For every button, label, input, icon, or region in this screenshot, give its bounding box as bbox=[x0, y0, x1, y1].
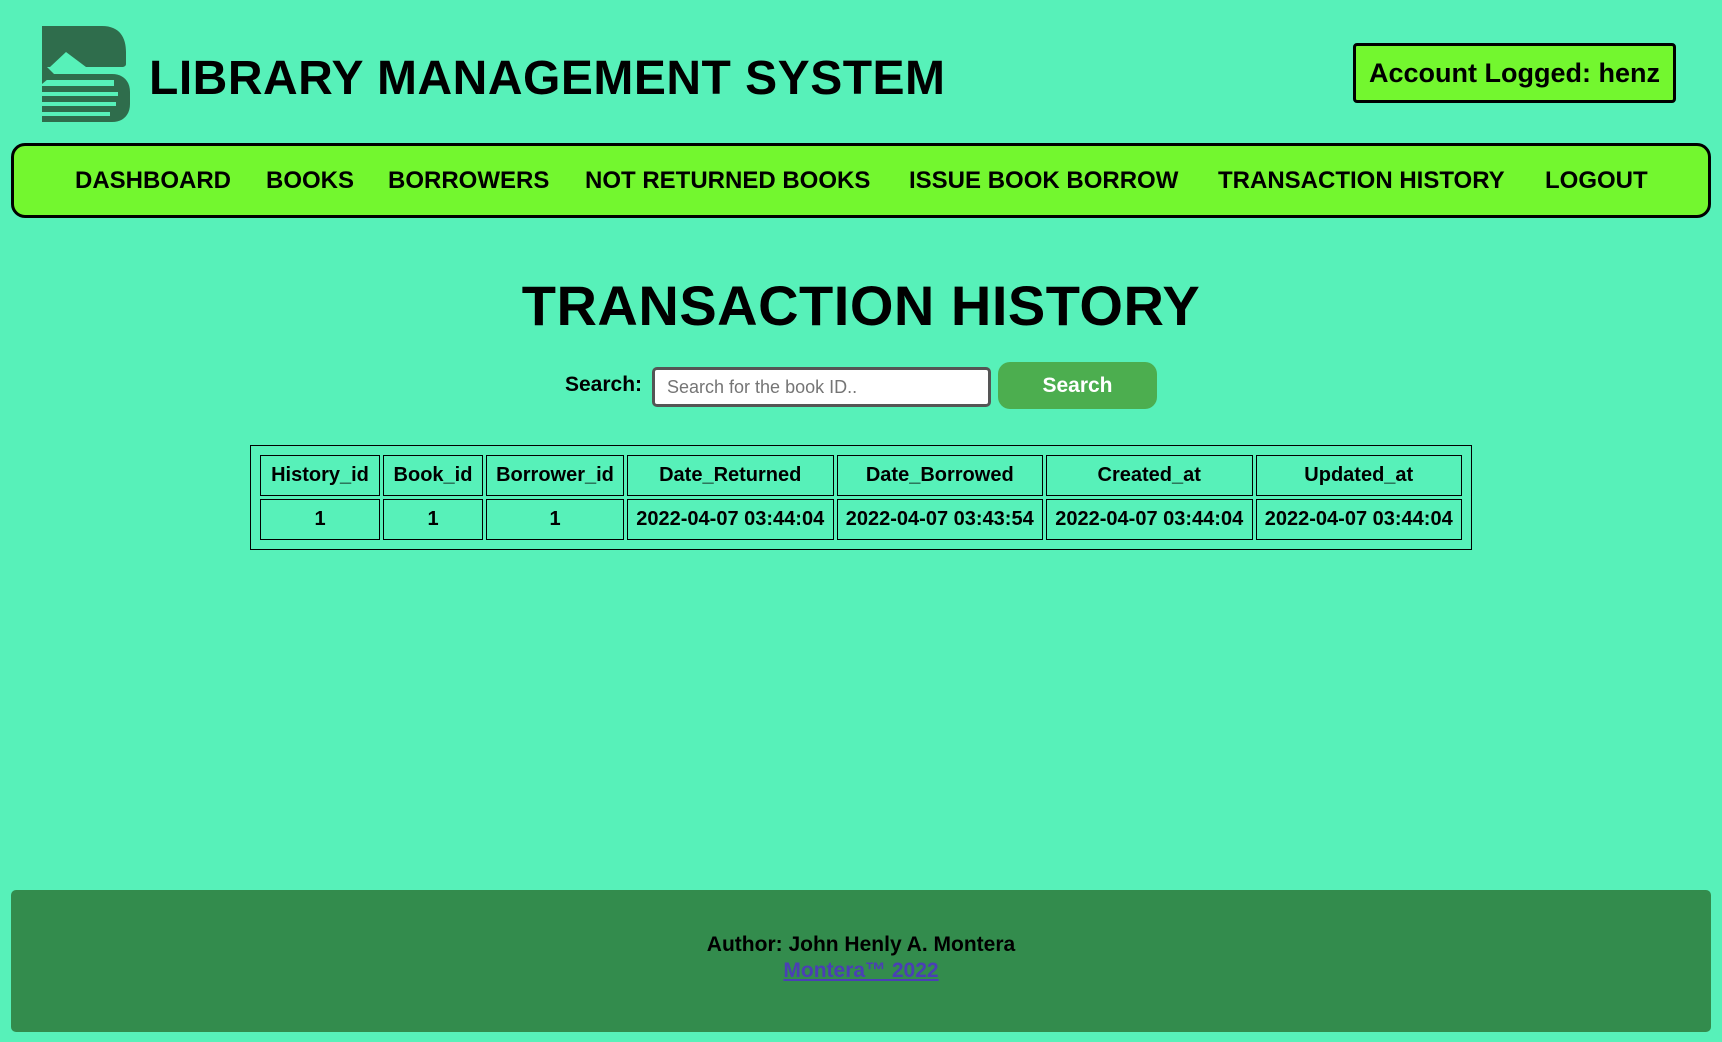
page-title: TRANSACTION HISTORY bbox=[521, 274, 1201, 337]
footer-link-wrapper: Montera™ 2022 bbox=[11, 958, 1711, 984]
search-label: Search: bbox=[565, 373, 643, 396]
table-cell: 2022-04-07 03:44:04 bbox=[627, 499, 834, 540]
account-logged-badge: Account Logged: henz bbox=[1353, 43, 1676, 103]
column-header: Book_id bbox=[383, 455, 483, 496]
nav-books[interactable]: BOOKS bbox=[266, 166, 354, 196]
main-navigation: DASHBOARD BOOKS BORROWERS NOT RETURNED B… bbox=[11, 143, 1711, 218]
footer-link[interactable]: Montera™ 2022 bbox=[783, 959, 938, 982]
nav-not-returned-books[interactable]: NOT RETURNED BOOKS bbox=[585, 166, 870, 196]
nav-issue-book-borrow[interactable]: ISSUE BOOK BORROW bbox=[909, 166, 1178, 196]
nav-dashboard[interactable]: DASHBOARD bbox=[75, 166, 231, 196]
footer-author: Author: John Henly A. Montera bbox=[706, 933, 1016, 956]
column-header: Updated_at bbox=[1255, 455, 1462, 496]
table-cell: 1 bbox=[260, 499, 380, 540]
table-cell: 1 bbox=[486, 499, 624, 540]
nav-transaction-history[interactable]: TRANSACTION HISTORY bbox=[1218, 166, 1505, 196]
footer: Author: John Henly A. Montera Montera™ 2… bbox=[11, 890, 1711, 1032]
table-row: 1 1 1 2022-04-07 03:44:04 2022-04-07 03:… bbox=[260, 499, 1462, 540]
app-title: LIBRARY MANAGEMENT SYSTEM bbox=[149, 52, 946, 105]
column-header: Date_Returned bbox=[627, 455, 834, 496]
table-cell: 2022-04-07 03:43:54 bbox=[836, 499, 1043, 540]
column-header: Created_at bbox=[1046, 455, 1253, 496]
table-cell: 1 bbox=[383, 499, 483, 540]
column-header: Date_Borrowed bbox=[836, 455, 1043, 496]
search-input[interactable] bbox=[652, 367, 991, 407]
table-cell: 2022-04-07 03:44:04 bbox=[1255, 499, 1462, 540]
transaction-history-table: History_id Book_id Borrower_id Date_Retu… bbox=[250, 445, 1472, 550]
nav-borrowers[interactable]: BORROWERS bbox=[388, 166, 549, 196]
search-button[interactable]: Search bbox=[998, 362, 1157, 409]
table-cell: 2022-04-07 03:44:04 bbox=[1046, 499, 1253, 540]
table-header-row: History_id Book_id Borrower_id Date_Retu… bbox=[260, 455, 1462, 496]
book-stack-logo-icon bbox=[42, 26, 130, 122]
column-header: Borrower_id bbox=[486, 455, 624, 496]
nav-logout[interactable]: LOGOUT bbox=[1545, 166, 1648, 196]
column-header: History_id bbox=[260, 455, 380, 496]
